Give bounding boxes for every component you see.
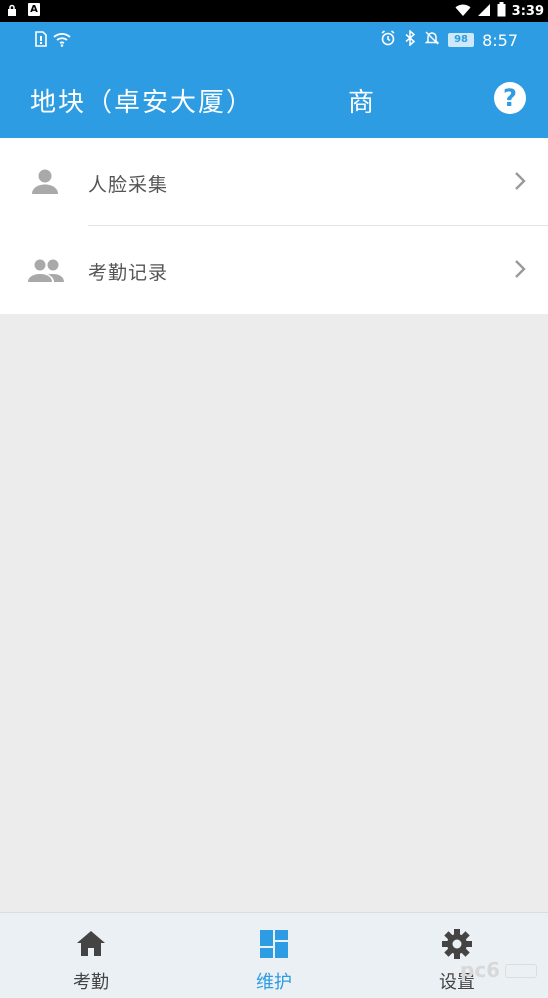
signal-icon: [477, 2, 491, 21]
system-time: 3:39: [511, 4, 544, 19]
watermark-logo: pc6: [460, 958, 501, 982]
help-button[interactable]: ?: [494, 82, 526, 114]
tab-attendance[interactable]: 考勤: [0, 913, 182, 998]
page-title-tail: 商: [348, 88, 375, 118]
bluetooth-icon: [404, 29, 416, 50]
title-bar: 地块（卓安大厦） 商: [0, 60, 548, 138]
dashboard-icon: [257, 927, 291, 961]
menu-item-face-capture[interactable]: 人脸采集: [0, 138, 548, 226]
wifi-icon: [52, 31, 72, 51]
lock-icon: [6, 3, 18, 17]
sim-icon: [34, 31, 48, 51]
tab-settings[interactable]: 设置: [366, 913, 548, 998]
notification-a-icon: A: [28, 3, 40, 16]
alarm-icon: [380, 30, 396, 50]
people-icon: [28, 254, 64, 286]
gear-icon: [440, 927, 474, 961]
chevron-right-icon: [512, 170, 528, 192]
app-status-time: 8:57: [482, 30, 518, 50]
tab-label: 考勤: [73, 972, 109, 993]
battery-icon: [497, 2, 506, 21]
tab-label: 维护: [256, 972, 292, 993]
app-status-bar: 98 8:57: [0, 22, 548, 60]
battery-level: 98: [448, 33, 475, 47]
bottom-navigation: 考勤 维护 设置: [0, 912, 548, 998]
chevron-right-icon: [512, 258, 528, 280]
menu-item-label: 考勤记录: [88, 262, 169, 284]
menu-item-attendance-records[interactable]: 考勤记录: [0, 226, 548, 314]
page-title: 地块（卓安大厦）: [30, 88, 255, 118]
wifi-icon: [455, 2, 471, 21]
system-status-bar: A 3:39: [0, 0, 548, 22]
app-screen: A 3:39 98 8:57 地块（卓安大厦） 商 ? 人脸采集 考勤记录 考勤…: [0, 0, 548, 998]
home-icon: [74, 927, 108, 961]
watermark-badge: [505, 964, 537, 978]
menu-list: 人脸采集 考勤记录: [0, 138, 548, 314]
tab-maintenance[interactable]: 维护: [183, 913, 365, 998]
menu-item-label: 人脸采集: [88, 174, 169, 196]
mute-bell-icon: [424, 30, 440, 50]
person-icon: [28, 166, 62, 198]
